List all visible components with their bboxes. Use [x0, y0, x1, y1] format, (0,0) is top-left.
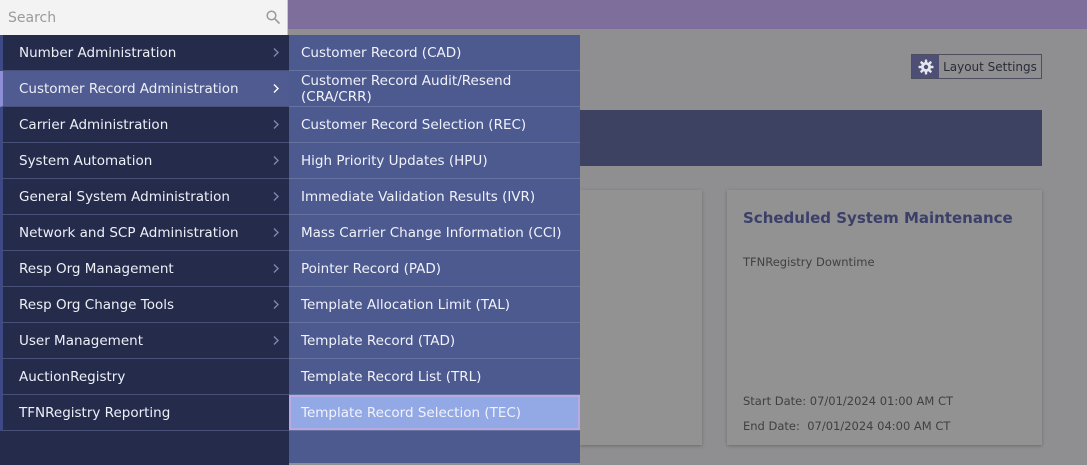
- submenu-item-label: Immediate Validation Results (IVR): [301, 188, 536, 205]
- submenu: Customer Record (CAD) Customer Record Aud…: [289, 35, 580, 463]
- menu-item-label: Customer Record Administration: [19, 80, 239, 97]
- submenu-item-label: Mass Carrier Change Information (CCI): [301, 224, 562, 241]
- start-date-label: Start Date:: [743, 394, 807, 408]
- submenu-item-customer-record-cad[interactable]: Customer Record (CAD): [289, 35, 580, 71]
- layout-settings-button[interactable]: Layout Settings: [911, 54, 1042, 79]
- search-icon[interactable]: [266, 10, 280, 24]
- menu-item-label: Carrier Administration: [19, 116, 169, 133]
- menu-item-label: AuctionRegistry: [19, 368, 126, 385]
- chevron-right-icon: [273, 228, 279, 237]
- submenu-item-template-allocation-limit-tal[interactable]: Template Allocation Limit (TAL): [289, 287, 580, 323]
- menu-item-general-system-administration[interactable]: General System Administration: [0, 179, 289, 215]
- menu-item-network-and-scp-administration[interactable]: Network and SCP Administration: [0, 215, 289, 251]
- menu-item-label: General System Administration: [19, 188, 230, 205]
- chevron-right-icon: [273, 120, 279, 129]
- menu-item-system-automation[interactable]: System Automation: [0, 143, 289, 179]
- submenu-item-template-record-selection-tec[interactable]: Template Record Selection (TEC): [289, 395, 580, 431]
- chevron-right-icon: [273, 264, 279, 273]
- submenu-item-template-record-tad[interactable]: Template Record (TAD): [289, 323, 580, 359]
- maintenance-start-date: Start Date: 07/01/2024 01:00 AM CT: [743, 394, 953, 408]
- submenu-item-mass-carrier-change-information-cci[interactable]: Mass Carrier Change Information (CCI): [289, 215, 580, 251]
- maintenance-subtitle: TFNRegistry Downtime: [743, 255, 875, 269]
- chevron-right-icon: [273, 336, 279, 345]
- submenu-item-template-record-list-trl[interactable]: Template Record List (TRL): [289, 359, 580, 395]
- menu-item-resp-org-change-tools[interactable]: Resp Org Change Tools: [0, 287, 289, 323]
- dashboard-banner: [580, 110, 1042, 166]
- submenu-item-label: Customer Record (CAD): [301, 44, 462, 61]
- gear-icon: [912, 55, 939, 78]
- menu-item-label: Network and SCP Administration: [19, 224, 239, 241]
- submenu-item-pointer-record-pad[interactable]: Pointer Record (PAD): [289, 251, 580, 287]
- end-date-label: End Date:: [743, 419, 800, 433]
- menu-item-label: System Automation: [19, 152, 153, 169]
- menu-item-auctionregistry[interactable]: AuctionRegistry: [0, 359, 289, 395]
- submenu-item-immediate-validation-results-ivr[interactable]: Immediate Validation Results (IVR): [289, 179, 580, 215]
- menu-item-label: Number Administration: [19, 44, 177, 61]
- menu-item-label: TFNRegistry Reporting: [19, 404, 171, 421]
- chevron-right-icon: [273, 48, 279, 57]
- menu-item-number-administration[interactable]: Number Administration: [0, 35, 289, 71]
- submenu-item-label: Template Record (TAD): [301, 332, 456, 349]
- submenu-item-label: Template Record List (TRL): [301, 368, 482, 385]
- search-box: [0, 0, 288, 35]
- end-date-value: 07/01/2024 04:00 AM CT: [807, 419, 951, 433]
- maintenance-card: Scheduled System Maintenance TFNRegistry…: [727, 190, 1042, 445]
- chevron-right-icon: [273, 300, 279, 309]
- menu-item-label: Resp Org Change Tools: [19, 296, 175, 313]
- layout-settings-label: Layout Settings: [943, 59, 1037, 74]
- maintenance-end-date: End Date: 07/01/2024 04:00 AM CT: [743, 419, 950, 433]
- chevron-right-icon: [273, 84, 279, 93]
- submenu-item-customer-record-audit-resend-cra-crr[interactable]: Customer Record Audit/Resend (CRA/CRR): [289, 71, 580, 107]
- dashboard-card: [580, 190, 702, 445]
- submenu-item-label: Pointer Record (PAD): [301, 260, 442, 277]
- start-date-value: 07/01/2024 01:00 AM CT: [809, 394, 954, 408]
- menu-item-user-management[interactable]: User Management: [0, 323, 289, 359]
- submenu-item-label: Template Record Selection (TEC): [301, 404, 522, 421]
- menu-item-tfnregistry-reporting[interactable]: TFNRegistry Reporting: [0, 395, 289, 431]
- chevron-right-icon: [273, 156, 279, 165]
- menu-item-label: Resp Org Management: [19, 260, 174, 277]
- menu-item-resp-org-management[interactable]: Resp Org Management: [0, 251, 289, 287]
- submenu-item-label: Customer Record Selection (REC): [301, 116, 527, 133]
- submenu-item-high-priority-updates-hpu[interactable]: High Priority Updates (HPU): [289, 143, 580, 179]
- menu-item-customer-record-administration[interactable]: Customer Record Administration: [0, 71, 289, 107]
- menu-item-carrier-administration[interactable]: Carrier Administration: [0, 107, 289, 143]
- menu-item-label: User Management: [19, 332, 143, 349]
- maintenance-title: Scheduled System Maintenance: [743, 209, 1013, 227]
- chevron-right-icon: [273, 192, 279, 201]
- submenu-item-label: Template Allocation Limit (TAL): [301, 296, 510, 313]
- submenu-item-customer-record-selection-rec[interactable]: Customer Record Selection (REC): [289, 107, 580, 143]
- main-menu: Number Administration Customer Record Adm…: [0, 35, 289, 465]
- submenu-item-label: High Priority Updates (HPU): [301, 152, 488, 169]
- search-input[interactable]: [0, 0, 260, 35]
- submenu-item-label: Customer Record Audit/Resend (CRA/CRR): [301, 72, 512, 105]
